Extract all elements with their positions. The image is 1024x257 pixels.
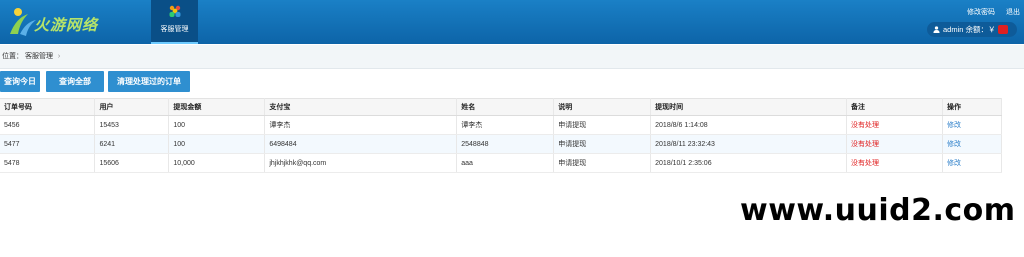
status-cell: 没有处理 xyxy=(846,115,943,135)
column-header: 姓名 xyxy=(456,98,555,116)
name-cell: 2548848 xyxy=(456,134,555,154)
balance-badge xyxy=(997,25,1008,34)
tab-label: 客服管理 xyxy=(160,26,189,33)
order-id-cell: 5456 xyxy=(0,115,96,135)
column-header: 说明 xyxy=(553,98,652,116)
edit-link[interactable]: 修改 xyxy=(942,134,1003,154)
query-all-button[interactable]: 查询全部 xyxy=(46,71,104,92)
name-cell: aaa xyxy=(456,153,555,173)
description-cell: 申请提现 xyxy=(553,134,652,154)
user-cell: 6241 xyxy=(94,134,170,154)
edit-link[interactable]: 修改 xyxy=(942,115,1003,135)
column-header: 备注 xyxy=(846,98,943,116)
breadcrumb-prefix: 位置： xyxy=(2,53,23,60)
description-cell: 申请提现 xyxy=(553,153,652,173)
order-id-cell: 5478 xyxy=(0,153,96,173)
description-cell: 申请提现 xyxy=(553,115,652,135)
change-password-link[interactable]: 修改密码 xyxy=(967,9,995,16)
amount-cell: 100 xyxy=(168,134,266,154)
amount-cell: 10,000 xyxy=(168,153,266,173)
top-links: 修改密码 退出 xyxy=(958,7,1020,17)
watermark-text: www.uuid2.com xyxy=(740,193,1016,228)
user-label: admin 余额：￥ xyxy=(943,25,996,34)
edit-link[interactable]: 修改 xyxy=(942,153,1003,173)
table-header-row: 订单号码 用户 提现金额 支付宝 姓名 说明 提现时间 备注 操作 xyxy=(0,98,1003,116)
column-header: 提现金额 xyxy=(168,98,266,116)
alipay-cell: 谭李杰 xyxy=(264,115,458,135)
top-header: 火游网络 客服管理 修改密码 退出 admin 余额：￥ xyxy=(0,0,1024,44)
user-icon xyxy=(933,26,940,33)
user-cell: 15453 xyxy=(94,115,170,135)
status-cell: 没有处理 xyxy=(846,134,943,154)
time-cell: 2018/8/11 23:32:43 xyxy=(650,134,848,154)
app-logo[interactable]: 火游网络 xyxy=(6,4,106,40)
table-row: 5456 15453 100 谭李杰 谭李杰 申请提现 2018/8/6 1:1… xyxy=(0,115,1003,135)
column-header: 操作 xyxy=(942,98,1003,116)
breadcrumb-separator-icon: › xyxy=(57,53,61,60)
time-cell: 2018/10/1 2:35:06 xyxy=(650,153,848,173)
table-row: 5477 6241 100 6498484 2548848 申请提现 2018/… xyxy=(0,134,1003,154)
withdrawal-orders-table: 订单号码 用户 提现金额 支付宝 姓名 说明 提现时间 备注 操作 5456 1… xyxy=(0,98,1003,173)
column-header: 支付宝 xyxy=(264,98,458,116)
time-cell: 2018/8/6 1:14:08 xyxy=(650,115,848,135)
order-id-cell: 5477 xyxy=(0,134,96,154)
table-row: 5478 15606 10,000 jhjkhjkhk@qq.com aaa 申… xyxy=(0,153,1003,173)
alipay-cell: 6498484 xyxy=(264,134,458,154)
clear-processed-orders-button[interactable]: 清理处理过的订单 xyxy=(108,71,190,92)
tab-customer-service[interactable]: 客服管理 xyxy=(151,0,198,44)
column-header: 用户 xyxy=(94,98,170,116)
breadcrumb-current[interactable]: 客服管理 xyxy=(25,53,53,60)
amount-cell: 100 xyxy=(168,115,266,135)
users-group-icon xyxy=(169,5,181,17)
breadcrumb: 位置： 客服管理 › xyxy=(0,45,1024,69)
alipay-cell: jhjkhjkhk@qq.com xyxy=(264,153,458,173)
status-cell: 没有处理 xyxy=(846,153,943,173)
query-today-button[interactable]: 查询今日 xyxy=(0,71,40,92)
column-header: 订单号码 xyxy=(0,98,96,116)
logout-link[interactable]: 退出 xyxy=(1006,9,1020,16)
column-header: 提现时间 xyxy=(650,98,848,116)
name-cell: 谭李杰 xyxy=(456,115,555,135)
user-cell: 15606 xyxy=(94,153,170,173)
user-balance-box: admin 余额：￥ xyxy=(927,22,1017,37)
logo-text: 火游网络 xyxy=(34,16,99,34)
